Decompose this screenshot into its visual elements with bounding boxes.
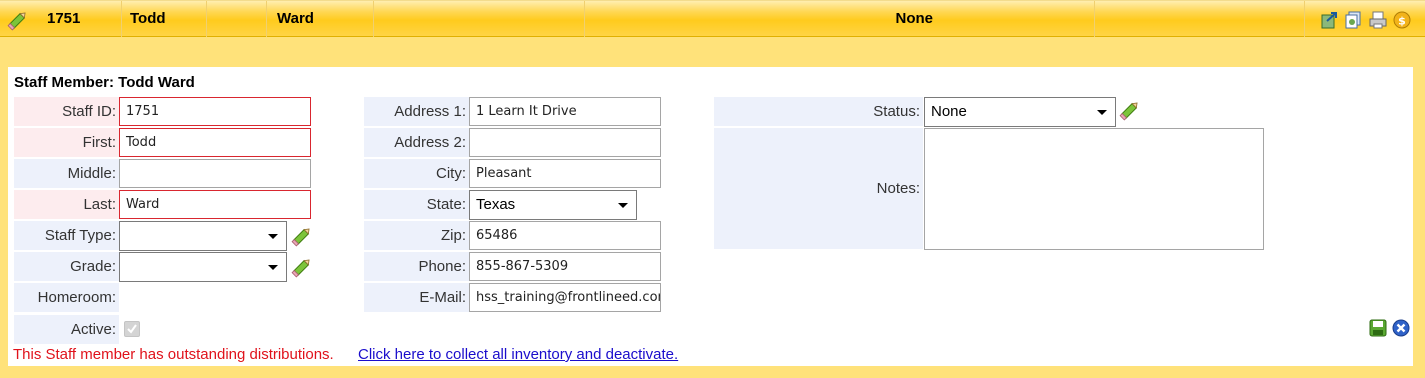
save-icon[interactable] [1369, 319, 1387, 342]
label-zip: Zip: [364, 221, 469, 250]
label-homeroom: Homeroom: [14, 283, 119, 312]
panel-title: Staff Member: Todd Ward [14, 74, 195, 91]
city-field[interactable]: Pleasant [469, 159, 661, 188]
active-checkbox[interactable] [124, 321, 140, 337]
staff-edit-panel: Staff Member: Todd Ward Staff ID: First:… [8, 67, 1413, 366]
label-email: E-Mail: [364, 283, 469, 312]
header-status: None [585, 1, 1095, 37]
label-status: Status: [714, 97, 923, 126]
zip-field[interactable]: 65486 [469, 221, 661, 250]
print-icon[interactable] [1369, 11, 1387, 29]
label-state: State: [364, 190, 469, 219]
label-active: Active: [14, 315, 119, 344]
label-last: Last: [14, 190, 119, 219]
header-first-name: Todd [122, 1, 207, 37]
state-value: Texas [476, 196, 516, 213]
cancel-icon[interactable] [1392, 319, 1410, 342]
header-spacer-3 [1095, 1, 1305, 37]
header-last-name: Ward [267, 1, 374, 37]
label-city: City: [364, 159, 469, 188]
chevron-down-icon [618, 203, 628, 208]
header-staff-id: 1751 [37, 1, 122, 37]
phone-field[interactable]: 855-867-5309 [469, 252, 661, 281]
header-spacer-2 [374, 1, 585, 37]
status-value: None [931, 103, 967, 120]
label-staff-type: Staff Type: [14, 221, 119, 250]
edit-grade-pencil-icon[interactable] [291, 256, 313, 278]
staff-id-field[interactable]: 1751 [119, 97, 311, 126]
record-header-row[interactable]: 1751 Todd Ward None $ [0, 0, 1425, 37]
notes-textarea[interactable] [924, 128, 1264, 250]
label-address2: Address 2: [364, 128, 469, 157]
export-icon[interactable] [1321, 11, 1339, 29]
staff-type-select[interactable] [119, 221, 287, 251]
state-select[interactable]: Texas [469, 190, 637, 220]
collect-inventory-deactivate-link[interactable]: Click here to collect all inventory and … [358, 346, 678, 363]
address1-field[interactable]: 1 Learn It Drive [469, 97, 661, 126]
label-address1: Address 1: [364, 97, 469, 126]
status-select[interactable]: None [924, 97, 1116, 127]
label-notes: Notes: [714, 128, 923, 249]
grade-select[interactable] [119, 252, 287, 282]
middle-name-field[interactable] [119, 159, 311, 188]
chevron-down-icon [268, 265, 278, 270]
first-name-field[interactable]: Todd [119, 128, 311, 157]
address2-field[interactable] [469, 128, 661, 157]
label-middle: Middle: [14, 159, 119, 188]
label-staff-id: Staff ID: [14, 97, 119, 126]
last-name-field[interactable]: Ward [119, 190, 311, 219]
label-first: First: [14, 128, 119, 157]
label-phone: Phone: [364, 252, 469, 281]
chevron-down-icon [1097, 110, 1107, 115]
outstanding-distributions-warning: This Staff member has outstanding distri… [13, 346, 334, 363]
copy-icon[interactable] [1345, 11, 1363, 29]
header-spacer-1 [207, 1, 267, 37]
label-grade: Grade: [14, 252, 119, 281]
edit-pencil-icon[interactable] [7, 9, 29, 36]
money-icon[interactable]: $ [1393, 11, 1411, 29]
edit-status-pencil-icon[interactable] [1119, 99, 1141, 121]
svg-text:$: $ [1398, 15, 1406, 28]
header-actions: $ [1321, 11, 1411, 29]
edit-staff-type-pencil-icon[interactable] [291, 225, 313, 247]
email-field[interactable]: hss_training@frontlineed.com [469, 283, 661, 312]
chevron-down-icon [268, 234, 278, 239]
